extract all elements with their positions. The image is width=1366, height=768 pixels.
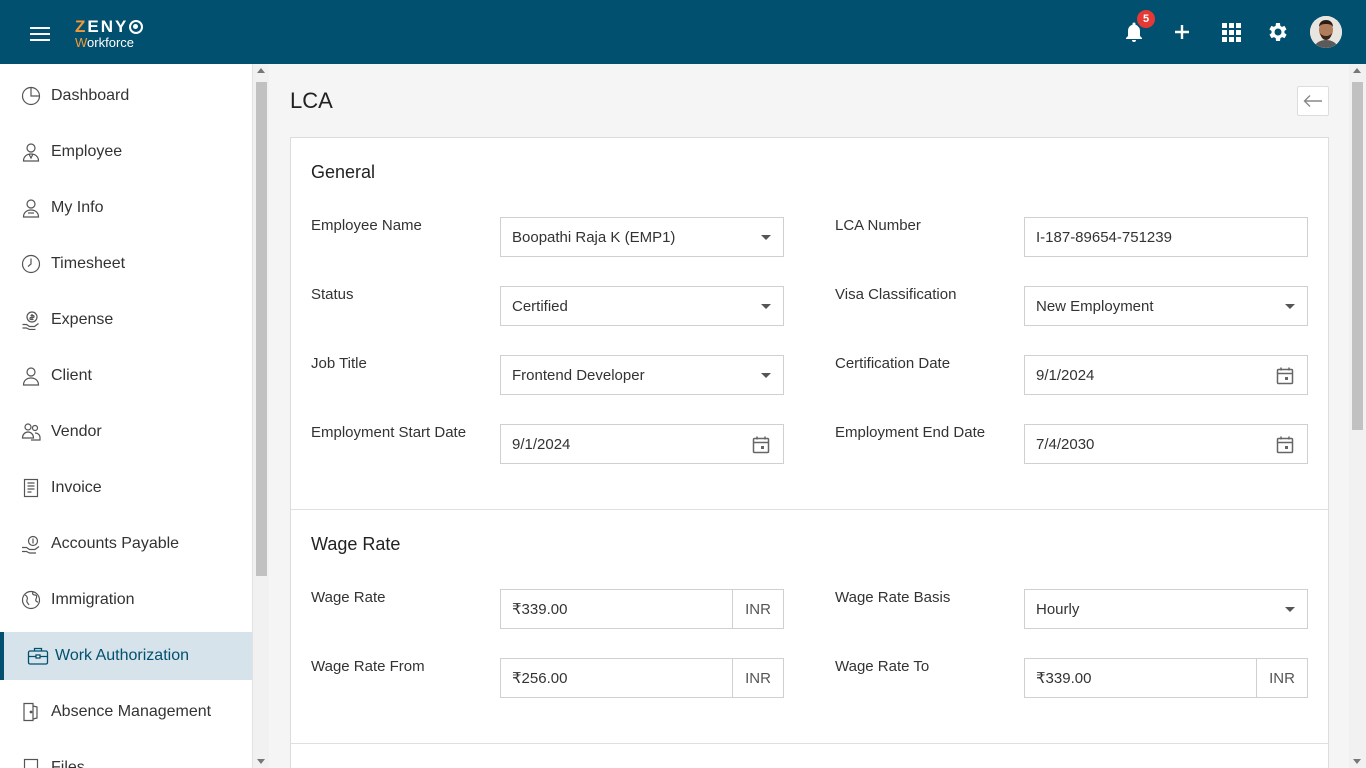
employment-end-date-input[interactable]: 7/4/2030 [1024, 424, 1308, 464]
sidebar-item-work-authorization[interactable]: Work Authorization [0, 632, 252, 680]
wage-rate-from-label: Wage Rate From [311, 658, 425, 675]
invoice-icon [21, 478, 41, 498]
chevron-down-icon [1285, 607, 1295, 612]
menu-icon[interactable] [30, 27, 50, 41]
scroll-up-arrow-icon[interactable] [257, 68, 265, 73]
job-title-select[interactable]: Frontend Developer [500, 355, 784, 395]
page-title: LCA [290, 88, 333, 113]
sidebar-item-timesheet[interactable]: Timesheet [0, 240, 252, 288]
chevron-down-icon [761, 235, 771, 240]
top-app-bar: Z ENY Workforce 5 [0, 0, 1366, 64]
status-select[interactable]: Certified [500, 286, 784, 326]
scroll-down-arrow-icon[interactable] [257, 759, 265, 764]
visa-classification-select[interactable]: New Employment [1024, 286, 1308, 326]
sidebar-item-dashboard[interactable]: Dashboard [0, 72, 252, 120]
calendar-icon[interactable] [1275, 435, 1295, 455]
sidebar-item-immigration[interactable]: Immigration [0, 576, 252, 624]
my-info-icon [21, 198, 41, 218]
expense-icon [21, 310, 41, 331]
wage-rate-to-input[interactable]: ₹339.00 INR [1024, 658, 1308, 698]
section-divider [291, 509, 1328, 510]
wage-rate-input[interactable]: ₹339.00 INR [500, 589, 784, 629]
chevron-down-icon [761, 304, 771, 309]
sidebar-item-accounts-payable[interactable]: Accounts Payable [0, 520, 252, 568]
sidebar-scrollbar[interactable] [252, 64, 269, 768]
visa-classification-label: Visa Classification [835, 286, 957, 303]
sidebar-item-my-info[interactable]: My Info [0, 184, 252, 232]
vendor-icon [21, 422, 41, 442]
gear-icon[interactable] [1266, 20, 1290, 44]
wage-rate-basis-label: Wage Rate Basis [835, 589, 951, 606]
scroll-down-arrow-icon[interactable] [1353, 759, 1361, 764]
wage-rate-to-label: Wage Rate To [835, 658, 930, 675]
employee-icon [21, 142, 41, 162]
accounts-payable-icon [21, 534, 41, 554]
user-avatar[interactable] [1310, 16, 1342, 48]
employment-start-date-input[interactable]: 9/1/2024 [500, 424, 784, 464]
employment-end-date-label: Employment End Date [835, 424, 986, 441]
lca-form-card: General Employee Name Boopathi Raja K (E… [290, 137, 1329, 768]
calendar-icon[interactable] [751, 435, 771, 455]
lca-number-input[interactable]: I-187-89654-751239 [1024, 217, 1308, 257]
sidebar-item-vendor[interactable]: Vendor [0, 408, 252, 456]
employee-name-label: Employee Name [311, 217, 422, 234]
main-scrollbar[interactable] [1349, 64, 1366, 768]
currency-label: INR [745, 669, 771, 687]
wage-rate-from-input[interactable]: ₹256.00 INR [500, 658, 784, 698]
currency-label: INR [1269, 669, 1295, 687]
clock-icon [21, 254, 41, 274]
wage-rate-basis-select[interactable]: Hourly [1024, 589, 1308, 629]
section-title-general: General [311, 162, 376, 182]
back-button[interactable] [1297, 86, 1329, 116]
section-title-wage-rate: Wage Rate [311, 534, 401, 554]
client-icon [21, 366, 41, 386]
sidebar-item-invoice[interactable]: Invoice [0, 464, 252, 512]
sidebar-item-employee[interactable]: Employee [0, 128, 252, 176]
apps-grid-icon[interactable] [1219, 20, 1243, 44]
sidebar-item-absence-management[interactable]: Absence Management [0, 688, 252, 736]
wage-rate-label: Wage Rate [311, 589, 386, 606]
calendar-icon[interactable] [1275, 366, 1295, 386]
add-icon[interactable] [1170, 20, 1194, 44]
briefcase-icon [27, 646, 49, 666]
app-logo[interactable]: Z ENY Workforce [75, 18, 144, 49]
arrow-left-icon [1303, 95, 1322, 107]
sidebar-item-expense[interactable]: Expense [0, 296, 252, 344]
dashboard-icon [21, 86, 41, 106]
status-label: Status [311, 286, 354, 303]
chevron-down-icon [761, 373, 771, 378]
chevron-down-icon [1285, 304, 1295, 309]
absence-icon [21, 702, 41, 722]
globe-icon [21, 590, 41, 610]
employee-name-select[interactable]: Boopathi Raja K (EMP1) [500, 217, 784, 257]
section-divider [291, 743, 1328, 744]
currency-label: INR [745, 600, 771, 618]
scroll-up-arrow-icon[interactable] [1353, 68, 1361, 73]
sidebar-item-client[interactable]: Client [0, 352, 252, 400]
job-title-label: Job Title [311, 355, 367, 372]
lca-number-label: LCA Number [835, 217, 921, 234]
sidebar-nav: Dashboard Employee My Info Timesheet Exp… [0, 64, 252, 768]
employment-start-date-label: Employment Start Date [311, 424, 467, 441]
certification-date-input[interactable]: 9/1/2024 [1024, 355, 1308, 395]
main-scroll-thumb[interactable] [1352, 82, 1363, 430]
certification-date-label: Certification Date [835, 355, 951, 372]
sidebar-item-files[interactable]: Files [0, 744, 252, 768]
files-icon [21, 758, 41, 768]
notification-badge: 5 [1135, 8, 1157, 30]
sidebar-scroll-thumb[interactable] [256, 82, 267, 576]
